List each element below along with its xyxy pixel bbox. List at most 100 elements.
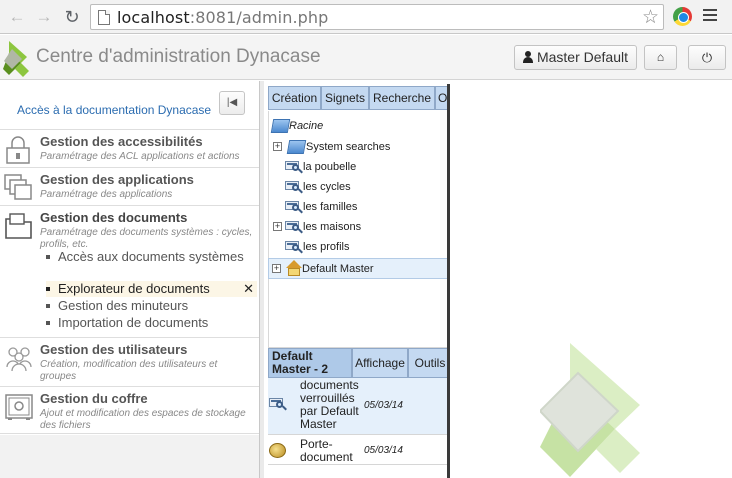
sidebar-item-timers[interactable]: Gestion des minuteurs xyxy=(46,298,257,313)
documentation-link[interactable]: Accès à la documentation Dynacase xyxy=(17,103,211,117)
search-document-icon xyxy=(269,396,287,412)
tab-creation[interactable]: Création xyxy=(268,86,321,110)
extension-icon[interactable] xyxy=(673,7,692,26)
search-document-icon xyxy=(285,199,303,215)
reload-icon[interactable]: ↻ xyxy=(61,6,83,28)
back-arrow-icon[interactable]: ← xyxy=(6,6,28,28)
list-item-date: 05/03/14 xyxy=(364,400,403,411)
list-item-title: Porte-document xyxy=(300,437,353,464)
sidebar: Accès à la documentation Dynacase |◀ Ges… xyxy=(0,81,260,478)
folder-document-icon xyxy=(5,213,32,239)
lock-icon xyxy=(6,136,30,164)
sidebar-item-label: Accès aux documents systèmes xyxy=(58,249,244,264)
document-list-header: Default Master - 2 Affichage Outils xyxy=(268,348,452,378)
bullet xyxy=(46,321,50,325)
list-item-title: documents verrouillés par Default Master xyxy=(300,378,359,431)
search-document-icon xyxy=(285,239,303,255)
tree-node-label: Default Master xyxy=(302,263,374,275)
address-bar[interactable]: localhost:8081/admin.php ☆ xyxy=(90,4,664,30)
home-folder-icon xyxy=(285,260,303,277)
sidebar-footer-area xyxy=(0,435,259,478)
folder-icon xyxy=(286,140,307,154)
document-tree: Racine + System searches la poubelle les… xyxy=(268,111,452,348)
page-title: Centre d'administration Dynacase xyxy=(36,46,321,67)
page-icon xyxy=(98,10,110,25)
section-title: Gestion des utilisateurs xyxy=(40,342,188,357)
document-explorer: Création Signets Recherche Outils Racine… xyxy=(260,81,452,478)
forward-arrow-icon[interactable]: → xyxy=(33,6,55,28)
sidebar-item-label: Importation de documents xyxy=(58,315,209,330)
sidebar-section-applications[interactable]: Gestion des applications Paramétrage des… xyxy=(0,167,259,205)
power-icon: ⏻ xyxy=(701,50,713,65)
section-description: Création, modification des utilisateurs … xyxy=(40,359,218,382)
url-host: localhost xyxy=(117,8,190,27)
tree-node-label: System searches xyxy=(306,141,391,153)
logout-button[interactable]: ⏻ xyxy=(688,45,726,70)
section-title: Gestion du coffre xyxy=(40,391,148,406)
explorer-tabbar: Création Signets Recherche Outils xyxy=(268,86,452,110)
search-document-icon xyxy=(285,179,303,195)
sidebar-section-documents[interactable]: Gestion des documents Paramétrage des do… xyxy=(0,205,259,337)
list-column-tools[interactable]: Outils xyxy=(408,348,452,378)
collapse-sidebar-button[interactable]: |◀ xyxy=(219,91,245,115)
tree-node-label: les maisons xyxy=(303,221,362,233)
dynacase-logo-icon xyxy=(3,41,29,77)
sidebar-section-accessibilities[interactable]: Gestion des accessibilités Paramétrage d… xyxy=(0,129,259,167)
list-column-display[interactable]: Affichage xyxy=(352,348,408,378)
section-title: Gestion des documents xyxy=(40,210,188,225)
sidebar-item-document-import[interactable]: Importation de documents xyxy=(46,315,257,330)
tree-node-label: les cycles xyxy=(303,181,351,193)
tree-node-label: la poubelle xyxy=(303,161,357,173)
dynacase-watermark-logo-icon xyxy=(540,343,640,477)
tree-node-label: les profils xyxy=(303,241,350,253)
applications-icon xyxy=(4,174,32,200)
hamburger-menu-icon[interactable] xyxy=(703,9,717,24)
url-path: :8081/admin.php xyxy=(189,8,329,27)
search-document-icon xyxy=(285,159,303,175)
bullet xyxy=(46,255,50,259)
collapse-left-icon: |◀ xyxy=(226,97,238,108)
users-icon xyxy=(6,347,32,372)
search-document-icon xyxy=(285,219,303,235)
sidebar-item-document-explorer[interactable]: Explorateur de documents ✕ xyxy=(46,281,257,297)
user-button[interactable]: Master Default xyxy=(514,45,637,70)
section-description: Paramétrage des documents systèmes : cyc… xyxy=(40,227,253,250)
section-title: Gestion des accessibilités xyxy=(40,134,203,149)
home-button[interactable]: ⌂ xyxy=(644,45,677,70)
briefcase-icon xyxy=(268,441,288,461)
section-description: Paramétrage des ACL applications et acti… xyxy=(40,151,240,162)
user-icon xyxy=(522,51,533,63)
app-header: Centre d'administration Dynacase Master … xyxy=(0,35,732,80)
url-text[interactable]: localhost:8081/admin.php xyxy=(117,8,328,27)
list-item-date: 05/03/14 xyxy=(364,445,403,456)
section-description: Paramétrage des applications xyxy=(40,189,173,200)
sidebar-item-label: Gestion des minuteurs xyxy=(58,298,189,313)
bullet xyxy=(46,287,50,291)
bookmark-star-icon[interactable]: ☆ xyxy=(642,6,659,29)
tree-node-label: Racine xyxy=(289,120,324,132)
document-view-pane xyxy=(450,81,732,478)
tab-search[interactable]: Recherche xyxy=(369,86,435,110)
folder-icon xyxy=(270,119,291,133)
tree-node-default-master[interactable]: + Default Master xyxy=(268,258,451,279)
safe-icon xyxy=(5,394,33,420)
close-icon[interactable]: ✕ xyxy=(243,281,254,296)
sidebar-section-vault[interactable]: Gestion du coffre Ajout et modification … xyxy=(0,386,259,434)
list-item[interactable]: Porte-document 05/03/14 xyxy=(268,436,452,465)
expand-icon[interactable]: + xyxy=(273,222,282,231)
section-description: Ajout et modification des espaces de sto… xyxy=(40,408,246,431)
tab-bookmarks[interactable]: Signets xyxy=(321,86,369,110)
expand-icon[interactable]: + xyxy=(272,264,281,273)
tree-node-label: les familles xyxy=(303,201,358,213)
list-column-name[interactable]: Default Master - 2 xyxy=(268,348,352,378)
sidebar-item-label: Explorateur de documents xyxy=(58,281,210,296)
sidebar-item-system-documents[interactable]: Accès aux documents systèmes xyxy=(46,249,257,264)
user-label: Master Default xyxy=(536,49,629,65)
expand-icon[interactable]: + xyxy=(273,142,282,151)
section-title: Gestion des applications xyxy=(40,172,194,187)
list-item[interactable]: documents verrouillés par Default Master… xyxy=(268,378,452,435)
sidebar-section-users[interactable]: Gestion des utilisateurs Création, modif… xyxy=(0,337,259,386)
home-icon: ⌂ xyxy=(656,50,665,64)
browser-toolbar: ← → ↻ localhost:8081/admin.php ☆ xyxy=(0,0,732,34)
bullet xyxy=(46,304,50,308)
